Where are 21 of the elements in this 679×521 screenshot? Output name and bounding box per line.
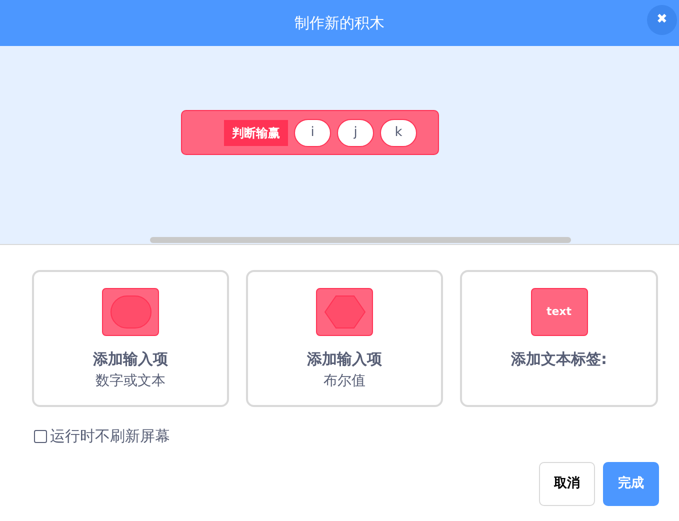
block-input[interactable]: j — [337, 118, 374, 146]
cancel-button[interactable]: 取消 — [539, 462, 595, 506]
close-button[interactable]: ✖ — [647, 5, 677, 35]
block-input[interactable]: i — [294, 118, 331, 146]
block-label[interactable]: 判断输赢 — [224, 120, 288, 146]
scrollbar[interactable] — [150, 237, 571, 243]
dialog-title: 制作新的积木 — [294, 12, 384, 34]
option-subtitle: 数字或文本 — [96, 372, 166, 390]
option-card[interactable]: 添加输入项 数字或文本 — [32, 270, 229, 407]
option-title: 添加输入项 — [307, 349, 382, 370]
label-icon: text — [546, 304, 572, 320]
option-subtitle: 布尔值 — [324, 372, 366, 390]
checkbox[interactable] — [34, 430, 47, 443]
option-title: 添加输入项 — [93, 349, 168, 370]
hexagon-input-icon — [316, 288, 373, 336]
block-input[interactable]: k — [380, 118, 417, 146]
checkbox-label: 运行时不刷新屏幕 — [50, 426, 170, 447]
option-card[interactable]: text 添加文本标签: — [460, 270, 658, 407]
option-title: 添加文本标签: — [511, 349, 607, 370]
round-input-icon — [102, 288, 159, 336]
option-card[interactable]: 添加输入项 布尔值 — [246, 270, 443, 407]
